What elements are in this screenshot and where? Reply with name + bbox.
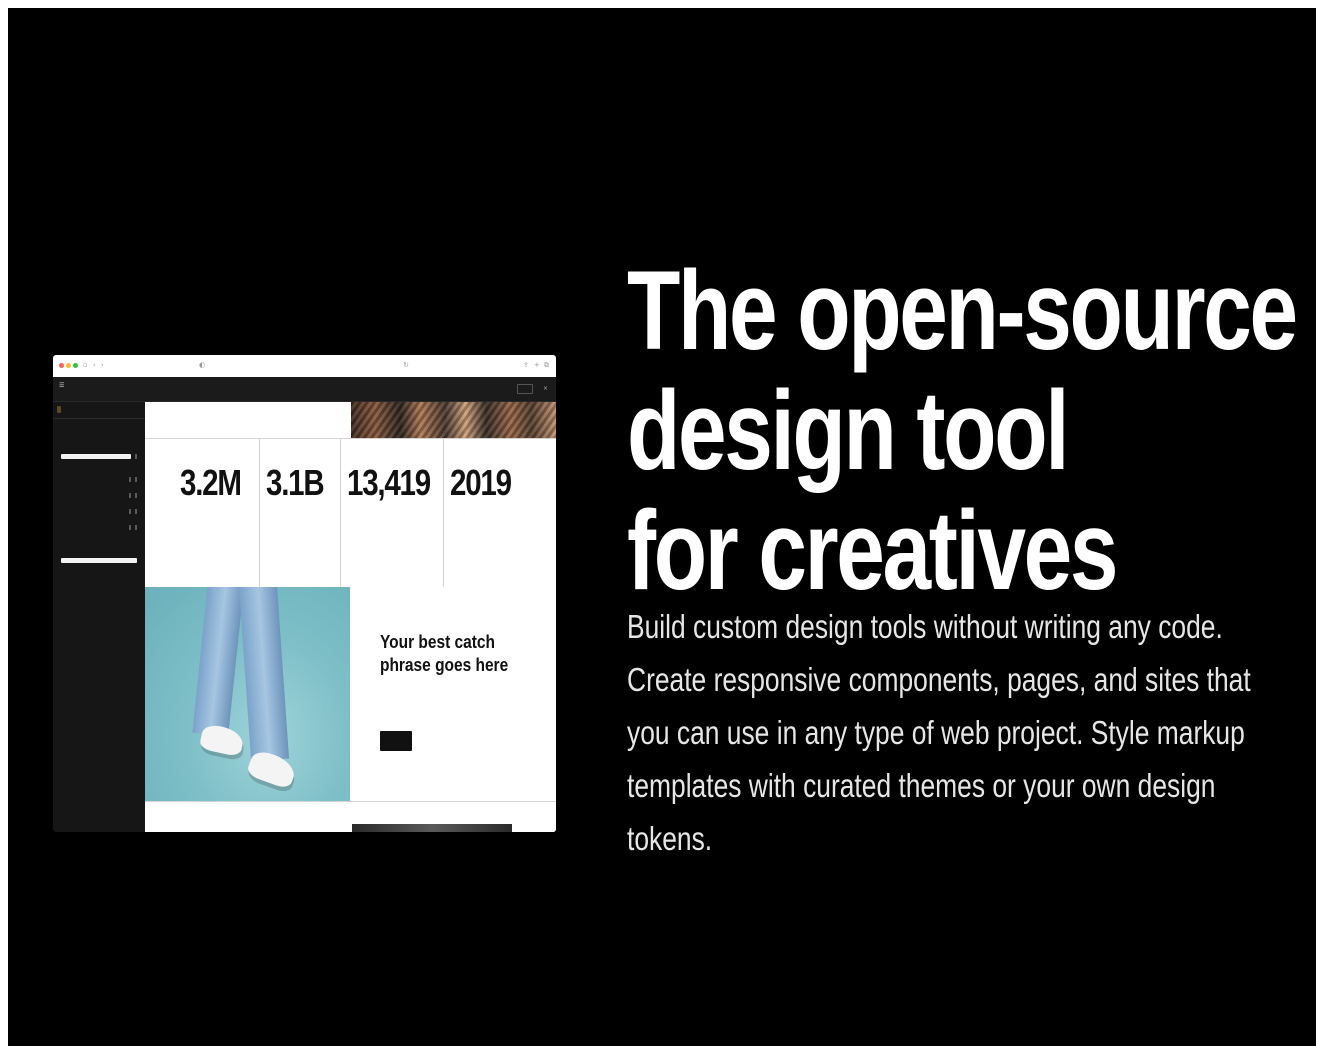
sidebar-tab: [127, 406, 131, 413]
sneaker-shape: [245, 747, 299, 791]
close-window-icon: [59, 363, 64, 368]
field-control: [129, 493, 131, 498]
stat-value: 2019: [450, 462, 512, 503]
back-arrow-icon: ‹: [93, 361, 96, 369]
stat-value: 13,419: [347, 462, 431, 503]
share-icon: ⇪: [523, 361, 529, 369]
cta-section: Your best catch phrase goes here: [350, 587, 556, 801]
maximize-window-icon: [73, 363, 78, 368]
field-control: [135, 493, 137, 498]
reload-icon: ↻: [403, 361, 409, 369]
field-control: [135, 525, 137, 530]
field-control: [129, 525, 131, 530]
menu-icon: ☰: [59, 382, 65, 389]
stat-card: 2019: [444, 439, 556, 587]
close-icon: ×: [543, 385, 549, 392]
sidebar-tab: [105, 406, 109, 413]
next-section: [145, 801, 556, 832]
stat-card: 3.1B: [260, 439, 341, 587]
divider: [53, 418, 145, 419]
headline-line: design tool: [627, 368, 1069, 493]
editor-toolbar: ☰ ×: [53, 377, 556, 402]
sidebar-toggle-icon: ▫: [83, 361, 88, 369]
done-button: [517, 384, 533, 394]
page-canvas: 3.2M 3.1B 13,419 2019 Your best catch ph…: [145, 402, 556, 832]
stat-card: 13,419: [341, 439, 444, 587]
url-bar: [225, 361, 405, 370]
sidebar-tab: [57, 406, 61, 413]
stat-value: 3.2M: [180, 462, 242, 503]
hero-headline: The open-source design tool for creative…: [627, 248, 1298, 613]
forward-arrow-icon: ›: [101, 361, 104, 369]
stats-section: 3.2M 3.1B 13,419 2019: [145, 438, 556, 588]
headline-line: for creatives: [627, 488, 1119, 613]
field-control: [129, 477, 131, 482]
sidebar-tab: [83, 406, 87, 413]
properties-sidebar: [53, 402, 145, 832]
browser-toolbar: ▫ ‹ › ◐ ↻ ⇪ + ⧉: [53, 355, 556, 378]
leg-shape: [238, 587, 290, 762]
sneaker-shape: [198, 722, 246, 758]
jeans-sneakers-image: [145, 587, 350, 801]
headline-line: The open-source: [627, 248, 1298, 373]
field-control: [129, 509, 131, 514]
leg-shape: [192, 587, 244, 737]
text-field: [61, 558, 137, 563]
field-control: [135, 509, 137, 514]
stat-value: 3.1B: [266, 462, 325, 503]
hero-subtext: Build custom design tools without writin…: [627, 608, 1251, 857]
tabs-overview-icon: ⧉: [544, 361, 549, 369]
field-control: [135, 477, 137, 482]
field-control: [135, 454, 137, 459]
new-tab-icon: +: [534, 361, 540, 369]
minimize-window-icon: [66, 363, 71, 368]
stat-card: 3.2M: [145, 439, 260, 587]
text-field: [61, 454, 131, 459]
product-screenshot: ▫ ‹ › ◐ ↻ ⇪ + ⧉ ☰ × 3.2M 3.1B 13,419 201…: [53, 355, 556, 832]
section-image: [352, 824, 512, 832]
cta-heading: Your best catch phrase goes here: [380, 632, 509, 675]
shield-icon: ◐: [199, 361, 206, 369]
hero-section: ▫ ‹ › ◐ ↻ ⇪ + ⧉ ☰ × 3.2M 3.1B 13,419 201…: [8, 8, 1316, 1046]
cityscape-image: [351, 402, 556, 438]
cta-button: [380, 731, 412, 751]
